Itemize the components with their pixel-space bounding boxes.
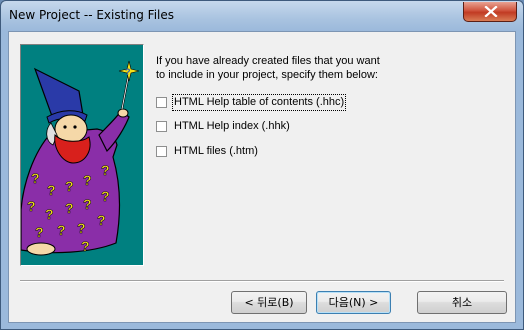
svg-text:?: ? xyxy=(35,224,44,240)
svg-text:?: ? xyxy=(101,162,110,178)
window-title: New Project -- Existing Files xyxy=(9,8,175,22)
svg-text:?: ? xyxy=(31,170,40,186)
svg-text:?: ? xyxy=(65,200,74,216)
svg-text:?: ? xyxy=(47,182,56,198)
svg-text:?: ? xyxy=(77,220,86,236)
dialog-window: New Project -- Existing Files ? ? ? ? ? … xyxy=(0,0,524,330)
cancel-button[interactable]: 취소 xyxy=(417,291,507,314)
instructions-text: If you have already created files that y… xyxy=(156,54,416,82)
option-htm-label[interactable]: HTML files (.htm) xyxy=(173,144,259,159)
svg-text:?: ? xyxy=(81,238,90,254)
button-separator xyxy=(20,280,504,282)
next-button[interactable]: 다음(N) > xyxy=(316,291,391,314)
checkbox-box[interactable] xyxy=(156,97,167,108)
instructions-line-1: If you have already created files that y… xyxy=(156,55,380,67)
title-bar[interactable]: New Project -- Existing Files xyxy=(1,1,523,31)
checkbox-box[interactable] xyxy=(156,121,167,132)
svg-text:?: ? xyxy=(65,178,74,194)
svg-text:?: ? xyxy=(45,206,54,222)
dialog-client-area: ? ? ? ? ? ? ? ? ? ? ? ? ? ? ? ? If you h… xyxy=(8,31,516,323)
wizard-illustration: ? ? ? ? ? ? ? ? ? ? ? ? ? ? ? ? xyxy=(20,44,144,266)
svg-text:?: ? xyxy=(101,188,110,204)
option-index-label[interactable]: HTML Help index (.hhk) xyxy=(173,119,291,134)
close-icon xyxy=(484,6,498,17)
svg-text:?: ? xyxy=(27,198,36,214)
close-button[interactable] xyxy=(463,2,517,22)
svg-text:?: ? xyxy=(97,212,106,228)
option-toc-label[interactable]: HTML Help table of contents (.hhc) xyxy=(171,94,347,111)
svg-text:?: ? xyxy=(57,222,66,238)
instructions-line-2: to include in your project, specify them… xyxy=(156,69,378,81)
svg-text:?: ? xyxy=(83,196,92,212)
svg-text:?: ? xyxy=(125,67,131,77)
svg-text:?: ? xyxy=(83,172,92,188)
checkbox-box[interactable] xyxy=(156,146,167,157)
back-button[interactable]: < 뒤로(B) xyxy=(231,291,307,314)
